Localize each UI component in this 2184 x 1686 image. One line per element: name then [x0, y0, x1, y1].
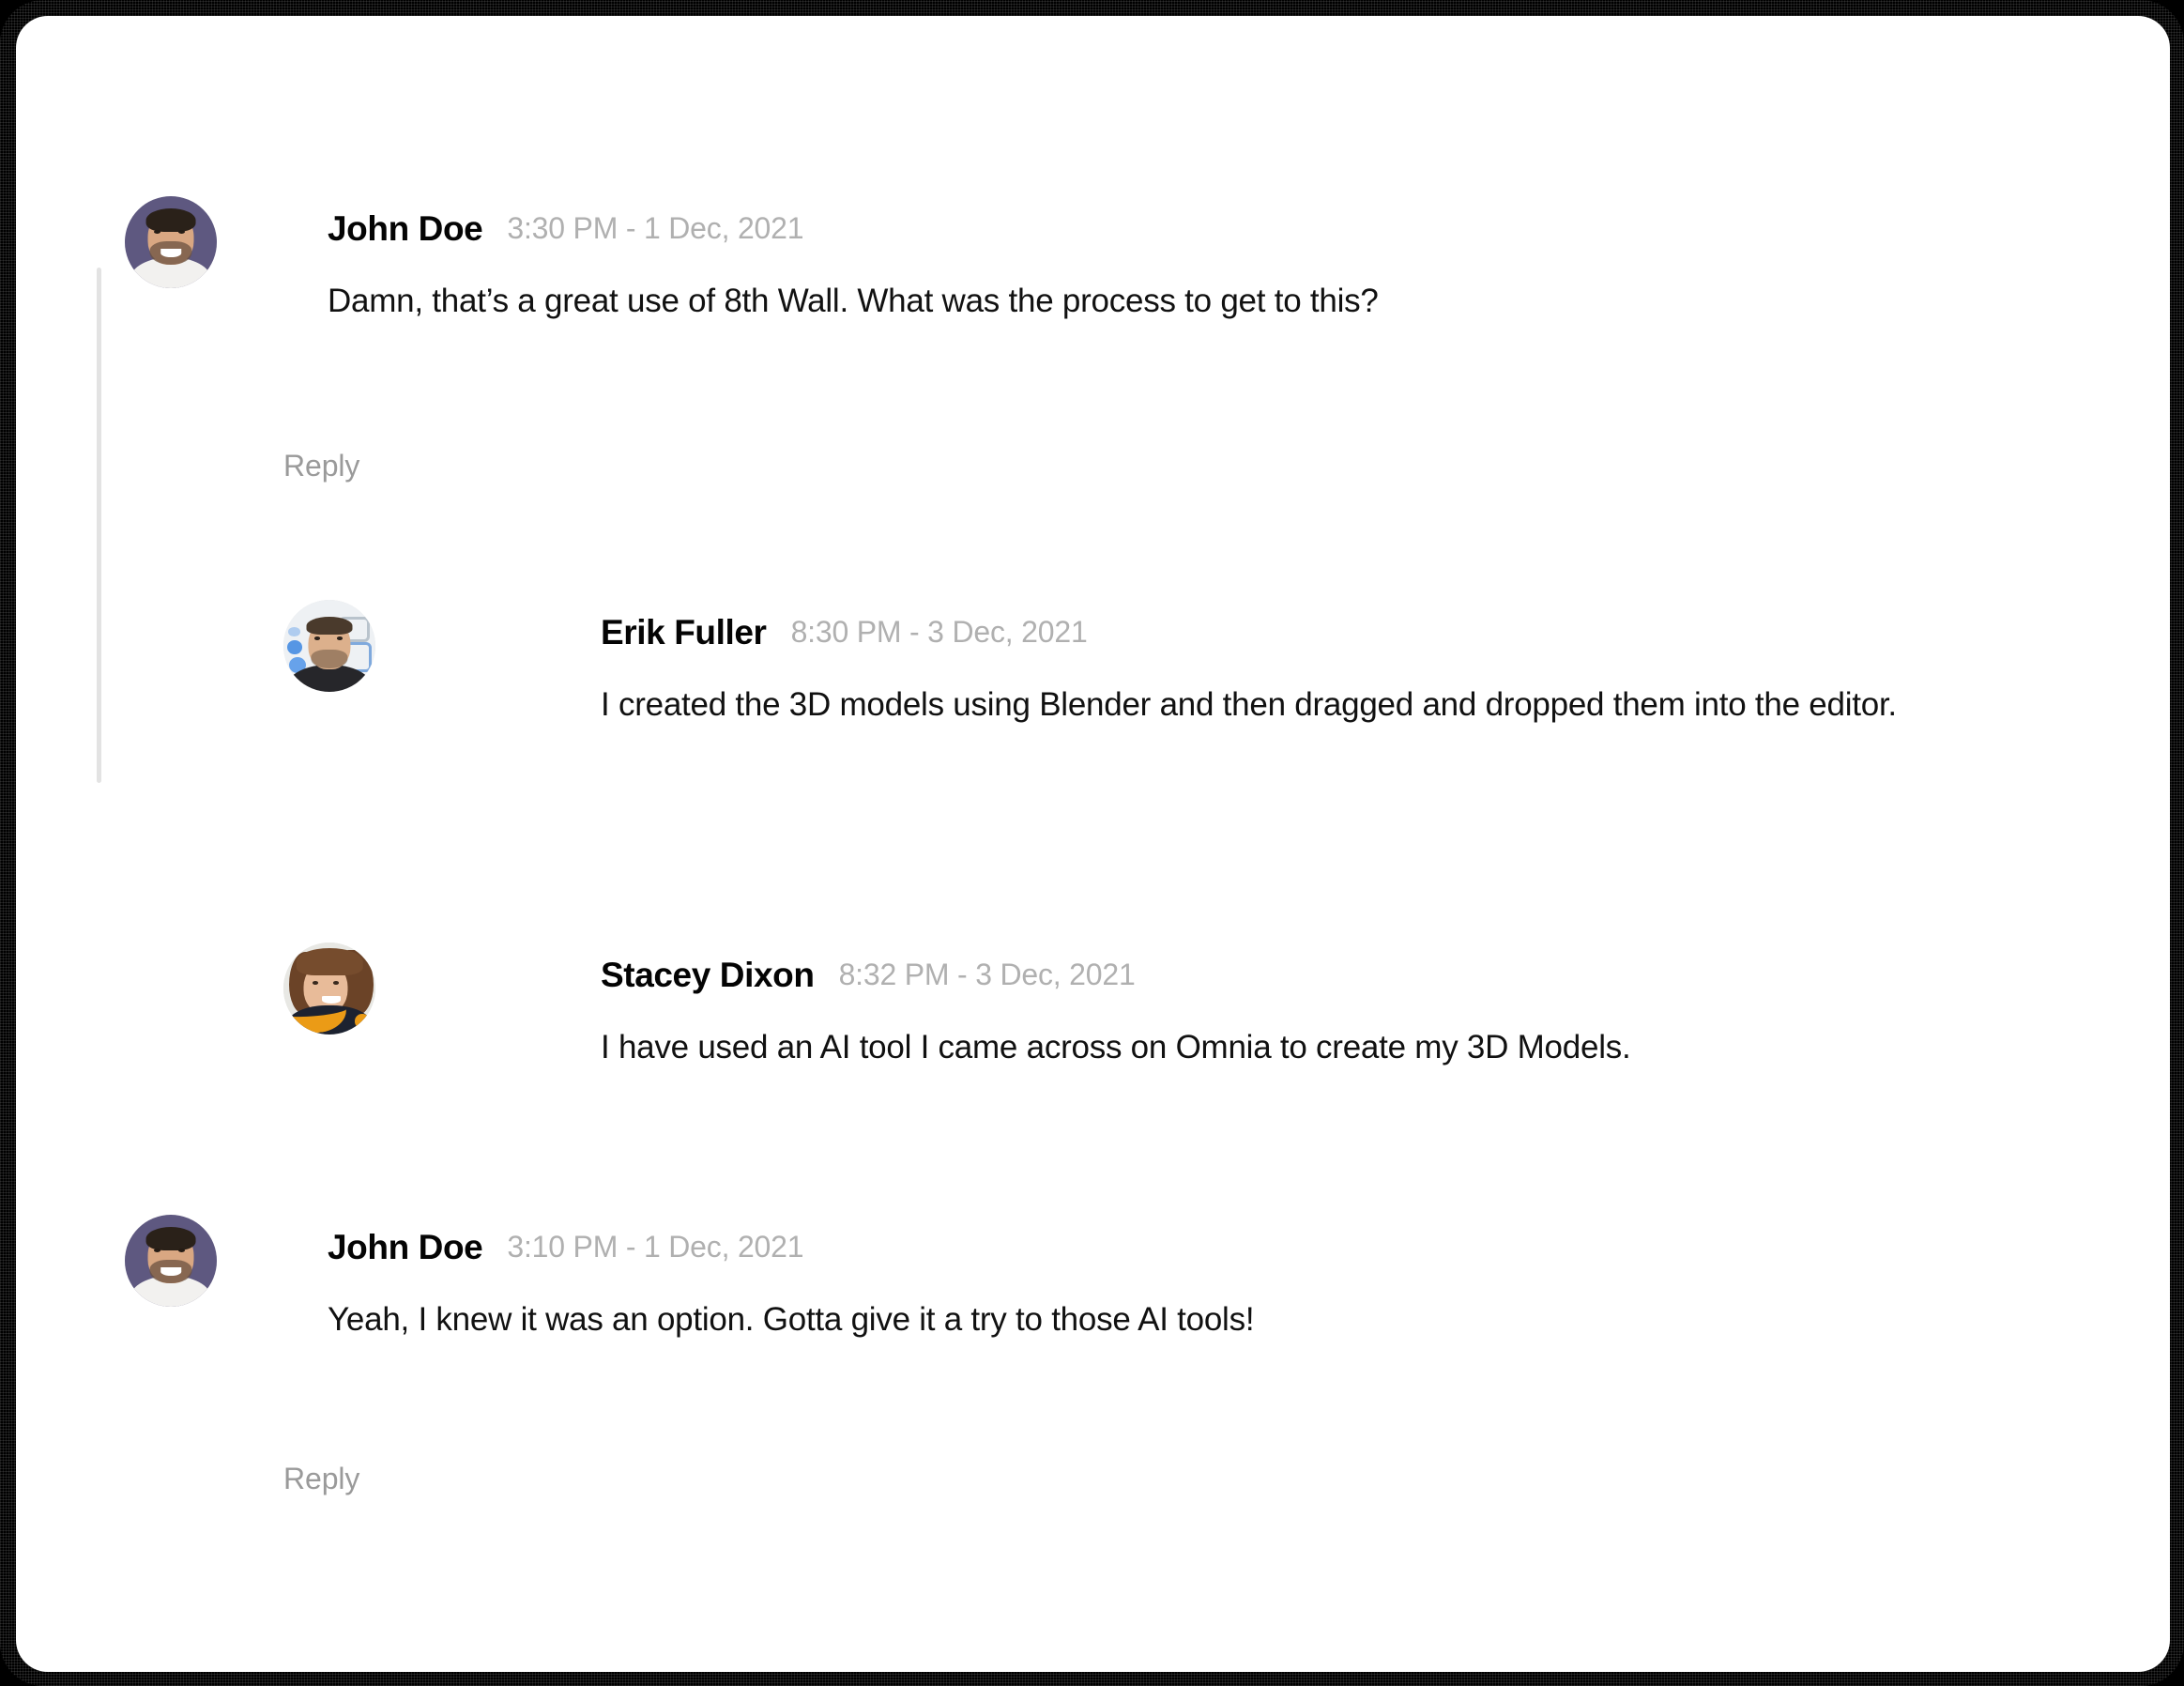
- comment-body: I have used an AI tool I came across on …: [601, 1029, 1631, 1065]
- timestamp: 3:30 PM - 1 Dec, 2021: [507, 211, 804, 245]
- reply-button-john-doe-2[interactable]: Reply: [283, 1464, 359, 1494]
- comment-john-doe-2: John Doe 3:10 PM - 1 Dec, 2021 Yeah, I k…: [125, 1215, 2093, 1345]
- comment-card: John Doe 3:30 PM - 1 Dec, 2021 Damn, tha…: [16, 16, 2170, 1672]
- timestamp: 8:32 PM - 3 Dec, 2021: [838, 958, 1136, 991]
- author-name: John Doe: [328, 208, 483, 248]
- reply-button-john-doe-1[interactable]: Reply: [283, 451, 359, 481]
- comment-body: I created the 3D models using Blender an…: [601, 686, 1897, 723]
- comment-body: Yeah, I knew it was an option. Gotta giv…: [328, 1301, 1255, 1338]
- comment-header: Stacey Dixon 8:32 PM - 3 Dec, 2021: [601, 950, 2170, 999]
- comment-header: John Doe 3:30 PM - 1 Dec, 2021: [328, 204, 2093, 253]
- avatar-john-doe[interactable]: [125, 196, 217, 288]
- comment-header: Erik Fuller 8:30 PM - 3 Dec, 2021: [601, 607, 2170, 656]
- comment-stacey-dixon-1: Stacey Dixon 8:32 PM - 3 Dec, 2021 I hav…: [125, 943, 2170, 1073]
- thread-connector-line: [97, 268, 101, 783]
- author-name: John Doe: [328, 1227, 483, 1266]
- comment-erik-fuller-1: Erik Fuller 8:30 PM - 3 Dec, 2021 I crea…: [125, 600, 2170, 730]
- screenshot-frame: John Doe 3:30 PM - 1 Dec, 2021 Damn, tha…: [0, 0, 2184, 1686]
- timestamp: 8:30 PM - 3 Dec, 2021: [790, 615, 1088, 649]
- avatar-stacey-dixon[interactable]: [283, 943, 375, 1035]
- avatar-erik-fuller[interactable]: [283, 600, 375, 692]
- comment-john-doe-1: John Doe 3:30 PM - 1 Dec, 2021 Damn, tha…: [125, 196, 2093, 327]
- author-name: Stacey Dixon: [601, 955, 815, 994]
- comment-header: John Doe 3:10 PM - 1 Dec, 2021: [328, 1222, 2093, 1271]
- author-name: Erik Fuller: [601, 612, 767, 651]
- timestamp: 3:10 PM - 1 Dec, 2021: [507, 1230, 804, 1264]
- avatar-john-doe[interactable]: [125, 1215, 217, 1307]
- comment-body: Damn, that’s a great use of 8th Wall. Wh…: [328, 283, 1379, 319]
